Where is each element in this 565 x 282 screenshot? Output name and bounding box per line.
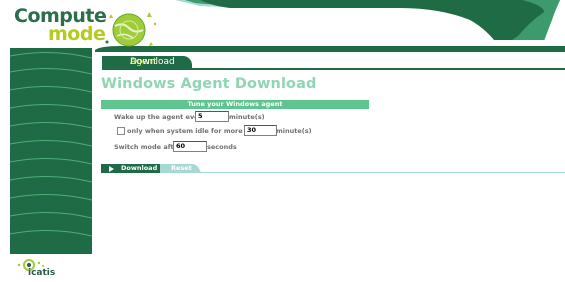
section-header: Tune your Windows agent: [101, 100, 369, 109]
wake-unit-label: minute(s): [229, 113, 265, 121]
app-header: Compute mode: [0, 0, 565, 52]
idle-label: only when system idle for more than: [127, 127, 262, 135]
globe-icon: [105, 12, 157, 47]
section-title: Tune your Windows agent: [187, 100, 283, 108]
page-title: Windows Agent Download: [101, 76, 317, 92]
button-bar-line: [200, 172, 565, 173]
logo-text-mode: mode: [48, 23, 106, 45]
idle-unit-label: minute(s): [276, 127, 312, 135]
app-logo[interactable]: Compute mode: [14, 6, 107, 46]
idle-threshold-input[interactable]: 30: [244, 125, 277, 136]
switch-mode-input[interactable]: 60: [173, 141, 207, 152]
switch-mode-label: Switch mode after: [114, 143, 182, 151]
reset-button[interactable]: Reset: [160, 164, 200, 173]
wake-label: Wake up the agent every: [114, 113, 207, 121]
brand-name: icatis: [28, 268, 56, 278]
reset-button-label: Reset: [171, 164, 192, 172]
icatis-brand: icatis: [14, 258, 64, 280]
download-button-label: Download: [121, 164, 158, 172]
sidebar-decoration: [10, 48, 92, 254]
play-icon: [109, 165, 114, 172]
download-button[interactable]: Download: [101, 164, 161, 173]
idle-only-checkbox[interactable]: [117, 127, 125, 135]
switch-unit-label: seconds: [207, 143, 237, 151]
tab-underline: [102, 68, 565, 70]
wake-interval-input[interactable]: 5: [195, 111, 229, 122]
